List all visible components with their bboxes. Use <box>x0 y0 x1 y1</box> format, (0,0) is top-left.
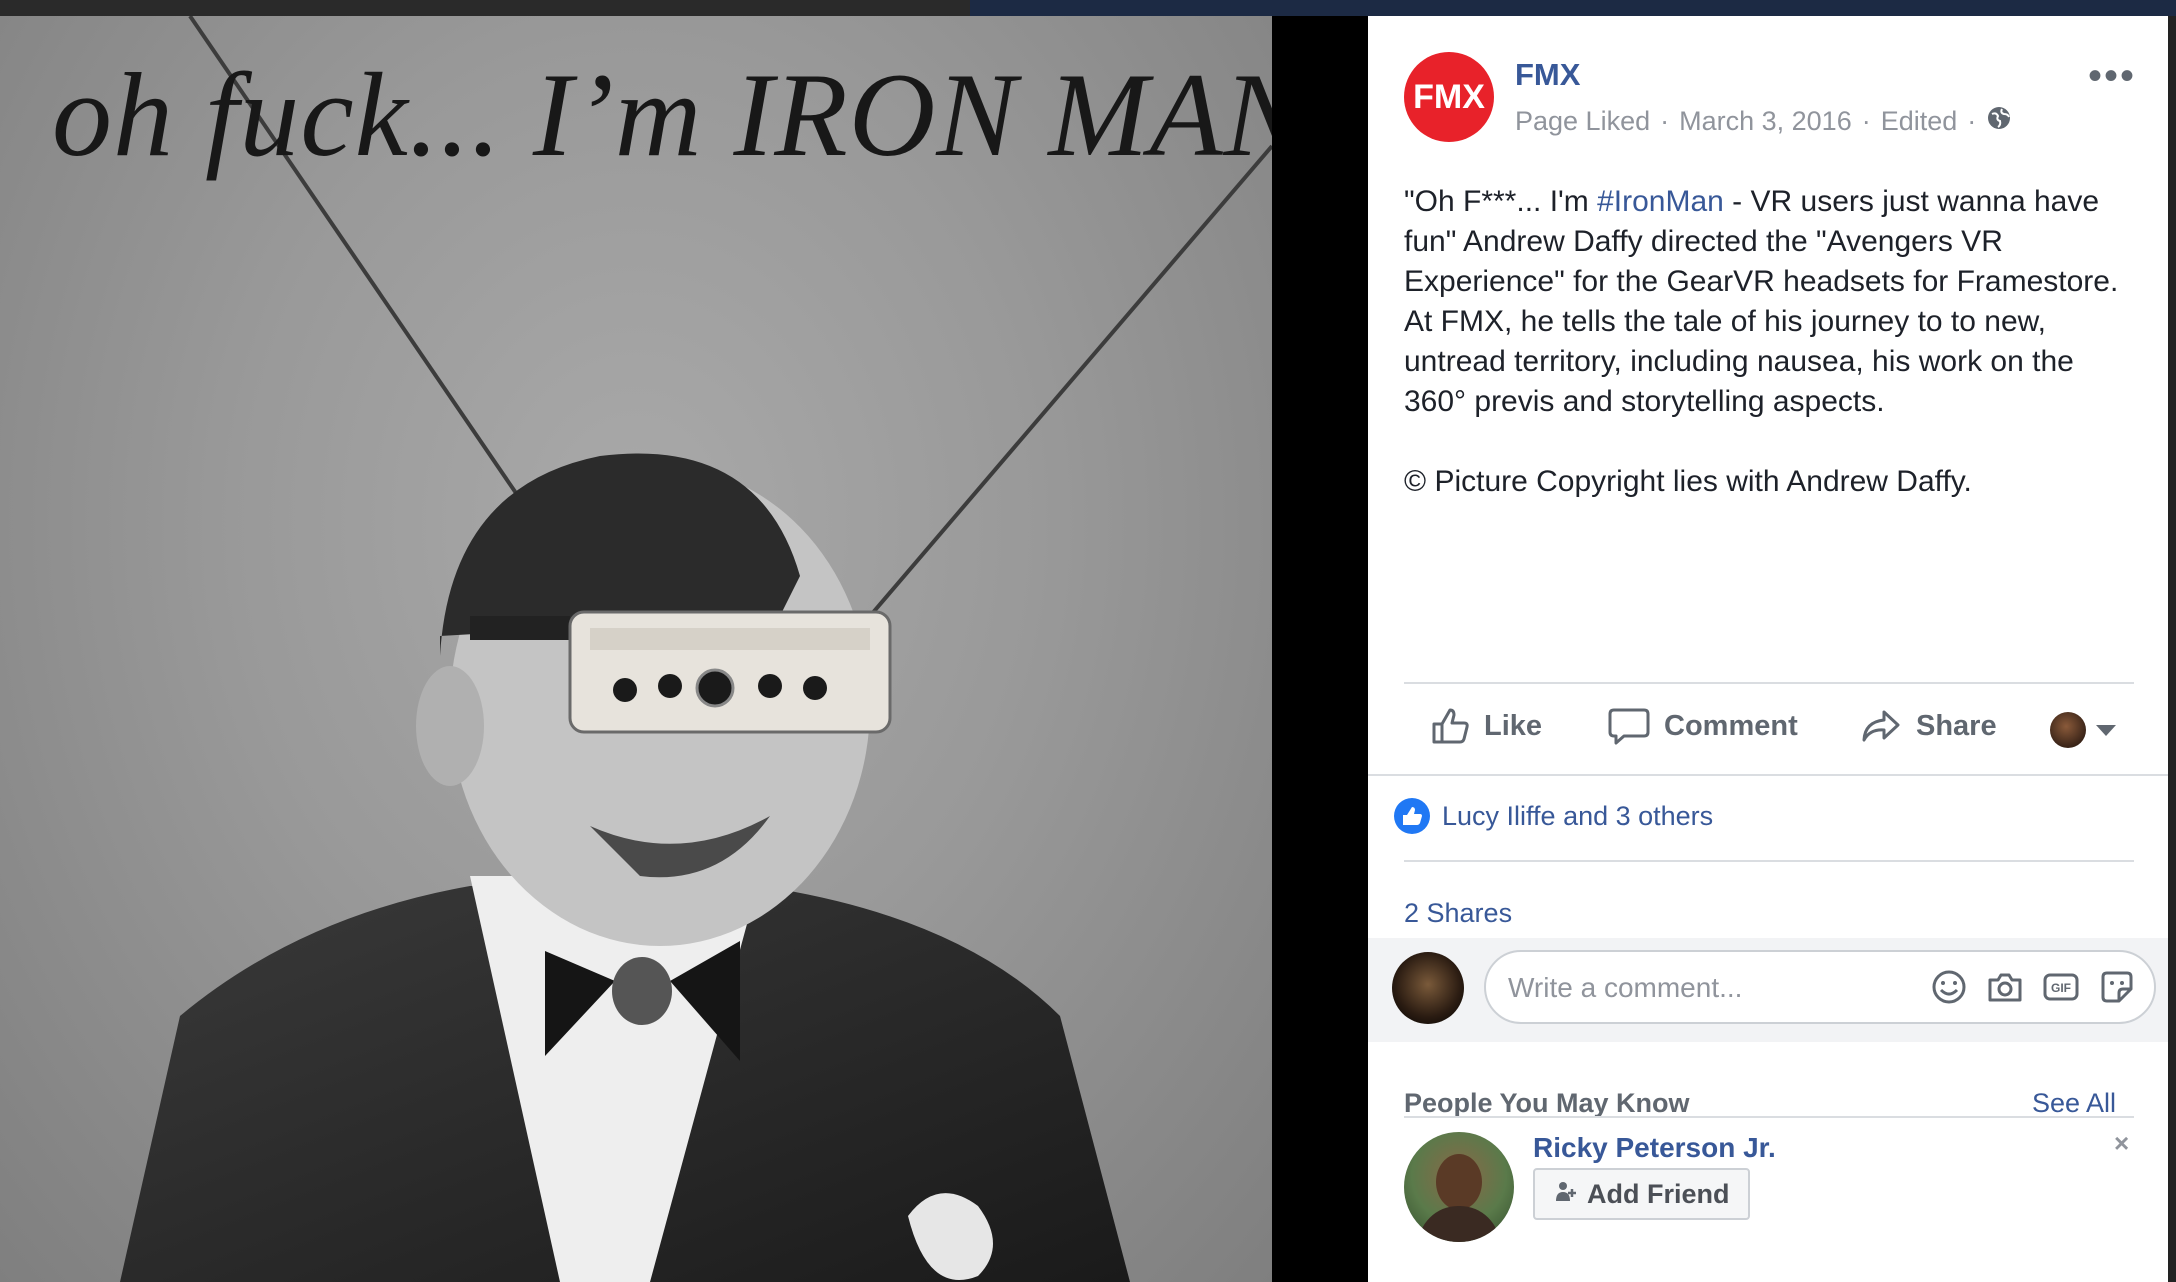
action-divider <box>1404 682 2134 684</box>
like-label: Like <box>1484 709 1543 742</box>
post-panel: FMX FMX Page Liked · March 3, 2016 · Edi… <box>1368 16 2168 1282</box>
suggestion-name-link[interactable]: Ricky Peterson Jr. <box>1533 1132 1776 1164</box>
reactions-divider <box>1368 774 2168 776</box>
meta-separator: · <box>1861 106 1871 136</box>
like-button[interactable]: Like <box>1430 706 1542 746</box>
svg-text:GIF: GIF <box>2051 981 2071 995</box>
hashtag-link[interactable]: #IronMan <box>1597 185 1724 218</box>
avatar-face <box>1436 1154 1482 1210</box>
avatar[interactable] <box>1404 1132 1514 1242</box>
share-button[interactable]: Share <box>1860 706 1997 746</box>
meta-separator: · <box>1660 106 1670 136</box>
pymk-divider <box>1404 1116 2134 1118</box>
post-text: "Oh F***... I'm #IronMan - VR users just… <box>1404 182 2134 542</box>
facebook-nav-bar <box>970 0 2176 16</box>
like-reaction-icon <box>1394 798 1430 834</box>
comment-attachments: GIF <box>1930 968 2136 1006</box>
globe-icon[interactable] <box>1986 105 2012 138</box>
comment-input-box[interactable]: GIF <box>1484 950 2156 1024</box>
post-as-selector[interactable] <box>2050 712 2116 748</box>
scrollbar[interactable] <box>2168 16 2176 1282</box>
photo-caption: oh fuck... I’m IRON MAN! <box>52 48 1272 181</box>
post-paragraph: "Oh F***... I'm #IronMan - VR users just… <box>1404 182 2134 422</box>
photo-illustration <box>120 16 1272 1282</box>
people-you-may-know-title: People You May Know <box>1404 1088 1690 1118</box>
post-text-part: - VR users just wanna have fun" Andrew D… <box>1404 185 2119 418</box>
add-friend-label: Add Friend <box>1587 1178 1730 1209</box>
comment-button[interactable]: Comment <box>1608 706 1798 746</box>
page-logo[interactable]: FMX <box>1404 52 1494 142</box>
post-meta: Page Liked · March 3, 2016 · Edited · <box>1515 105 2012 138</box>
avatar[interactable] <box>1392 952 1464 1024</box>
theater-background <box>1272 16 1368 1282</box>
page-liked-label: Page Liked <box>1515 106 1651 136</box>
avatar-shirt <box>1418 1206 1500 1242</box>
post-date-link[interactable]: March 3, 2016 <box>1679 106 1852 137</box>
add-person-icon <box>1553 1179 1577 1210</box>
add-friend-button[interactable]: Add Friend <box>1533 1168 1750 1220</box>
shares-divider <box>1404 860 2134 862</box>
comment-bubble-icon <box>1608 706 1650 746</box>
gif-icon[interactable]: GIF <box>2042 968 2080 1006</box>
sticker-icon[interactable] <box>2098 968 2136 1006</box>
see-all-link[interactable]: See All <box>2032 1088 2116 1119</box>
comment-composer: GIF <box>1368 938 2168 1042</box>
chevron-down-icon <box>2096 724 2116 736</box>
emoji-icon[interactable] <box>1930 968 1968 1006</box>
avatar <box>2050 712 2086 748</box>
share-arrow-icon <box>1860 706 1902 746</box>
page-name-link[interactable]: FMX <box>1515 57 1580 93</box>
more-options-icon[interactable]: ••• <box>2088 54 2136 99</box>
comment-label: Comment <box>1664 709 1798 742</box>
edited-link[interactable]: Edited <box>1881 106 1958 137</box>
post-text-part: "Oh F***... I'm <box>1404 185 1598 218</box>
comment-input[interactable] <box>1506 966 1890 1010</box>
close-icon[interactable]: × <box>2114 1128 2129 1159</box>
reactions-summary[interactable]: Lucy Iliffe and 3 others <box>1394 798 1713 834</box>
copyright-paragraph: © Picture Copyright lies with Andrew Daf… <box>1404 465 1972 498</box>
share-label: Share <box>1916 709 1997 742</box>
reactions-text: Lucy Iliffe and 3 others <box>1442 800 1714 831</box>
camera-icon[interactable] <box>1986 968 2024 1006</box>
post-photo[interactable]: oh fuck... I’m IRON MAN! <box>0 16 1272 1282</box>
thumbs-up-icon <box>1430 706 1470 746</box>
shares-link[interactable]: 2 Shares <box>1404 898 1512 929</box>
meta-separator: · <box>1967 106 1977 136</box>
